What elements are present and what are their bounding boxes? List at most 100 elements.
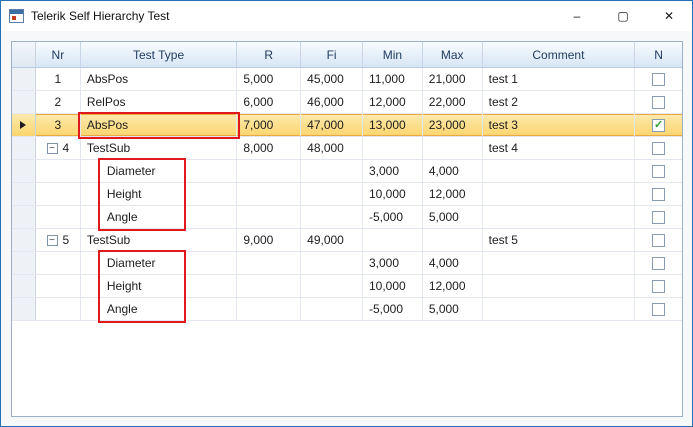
table-row-child[interactable]: Height 10,000 12,000 ✓ — [12, 183, 682, 206]
cell-nr: −4 — [36, 137, 81, 159]
cell-nr: 3 — [36, 114, 81, 136]
table-row-child[interactable]: Height 10,000 12,000 ✓ — [12, 275, 682, 298]
table-row-selected[interactable]: 3 AbsPos 7,000 47,000 13,000 23,000 test… — [12, 114, 682, 137]
checkbox[interactable]: ✓ — [652, 73, 665, 86]
collapse-icon[interactable]: − — [47, 235, 58, 246]
cell-test-type: AbsPos — [81, 114, 238, 136]
cell-r — [237, 183, 301, 205]
checkbox[interactable]: ✓ — [652, 280, 665, 293]
cell-checkbox: ✓ — [635, 114, 682, 136]
cell-nr — [36, 298, 81, 320]
cell-comment — [483, 160, 635, 182]
header-r[interactable]: R — [237, 42, 301, 67]
maximize-button[interactable]: ▢ — [600, 1, 646, 31]
cell-test-type: Diameter — [81, 160, 238, 182]
cell-min — [363, 137, 423, 159]
cell-min: 10,000 — [363, 183, 423, 205]
cell-r: 6,000 — [237, 91, 301, 113]
cell-comment: test 3 — [483, 114, 636, 136]
cell-max: 5,000 — [423, 298, 483, 320]
header-min[interactable]: Min — [363, 42, 423, 67]
cell-nr — [36, 160, 81, 182]
cell-max: 21,000 — [423, 68, 483, 90]
cell-checkbox: ✓ — [635, 229, 682, 251]
cell-r: 5,000 — [237, 68, 301, 90]
cell-comment: test 5 — [483, 229, 636, 251]
header-fi[interactable]: Fi — [301, 42, 363, 67]
cell-test-type: Angle — [81, 206, 238, 228]
cell-comment — [483, 206, 635, 228]
cell-max: 5,000 — [423, 206, 483, 228]
row-indicator — [12, 160, 36, 182]
cell-max: 23,000 — [423, 114, 483, 136]
collapse-icon[interactable]: − — [47, 143, 58, 154]
row-indicator — [12, 183, 36, 205]
table-row-group[interactable]: −4 TestSub 8,000 48,000 test 4 ✓ — [12, 137, 682, 160]
close-button[interactable]: ✕ — [646, 1, 692, 31]
cell-test-type: Angle — [81, 298, 238, 320]
header-comment[interactable]: Comment — [483, 42, 636, 67]
cell-comment: test 4 — [483, 137, 636, 159]
cell-fi — [301, 252, 363, 274]
checkbox[interactable]: ✓ — [652, 96, 665, 109]
cell-fi — [301, 206, 363, 228]
nr-value: 5 — [63, 233, 70, 247]
cell-fi — [301, 160, 363, 182]
cell-min: 12,000 — [363, 91, 423, 113]
current-row-arrow-icon — [20, 121, 26, 129]
cell-min: 11,000 — [363, 68, 423, 90]
row-indicator — [12, 137, 36, 159]
cell-test-type: Diameter — [81, 252, 238, 274]
header-test-type[interactable]: Test Type — [81, 42, 238, 67]
checkbox[interactable]: ✓ — [652, 257, 665, 270]
checkbox[interactable]: ✓ — [652, 119, 665, 132]
cell-r: 8,000 — [237, 137, 301, 159]
cell-nr — [36, 275, 81, 297]
cell-fi: 47,000 — [301, 114, 363, 136]
title-bar: Telerik Self Hierarchy Test – ▢ ✕ — [1, 1, 692, 31]
table-row-child[interactable]: Angle -5,000 5,000 ✓ — [12, 206, 682, 229]
table-row[interactable]: 1 AbsPos 5,000 45,000 11,000 21,000 test… — [12, 68, 682, 91]
table-row-child[interactable]: Diameter 3,000 4,000 ✓ — [12, 160, 682, 183]
cell-checkbox: ✓ — [635, 206, 682, 228]
cell-r — [237, 298, 301, 320]
cell-max — [423, 229, 483, 251]
cell-checkbox: ✓ — [635, 68, 682, 90]
header-max[interactable]: Max — [423, 42, 483, 67]
cell-checkbox: ✓ — [635, 252, 682, 274]
cell-min — [363, 229, 423, 251]
table-row-child[interactable]: Angle -5,000 5,000 ✓ — [12, 298, 682, 321]
cell-r — [237, 275, 301, 297]
check-icon: ✓ — [654, 120, 663, 131]
cell-checkbox: ✓ — [635, 183, 682, 205]
header-n[interactable]: N — [635, 42, 682, 67]
cell-min: -5,000 — [363, 206, 423, 228]
cell-test-type: TestSub — [81, 137, 238, 159]
header-nr[interactable]: Nr — [36, 42, 81, 67]
cell-comment — [483, 252, 635, 274]
window-title: Telerik Self Hierarchy Test — [31, 9, 170, 23]
checkbox[interactable]: ✓ — [652, 188, 665, 201]
cell-test-type: Height — [81, 183, 238, 205]
cell-r — [237, 252, 301, 274]
checkbox[interactable]: ✓ — [652, 303, 665, 316]
cell-fi: 48,000 — [301, 137, 363, 159]
cell-min: 13,000 — [363, 114, 423, 136]
checkbox[interactable]: ✓ — [652, 165, 665, 178]
checkbox[interactable]: ✓ — [652, 142, 665, 155]
table-row-child[interactable]: Diameter 3,000 4,000 ✓ — [12, 252, 682, 275]
cell-max: 12,000 — [423, 275, 483, 297]
checkbox[interactable]: ✓ — [652, 211, 665, 224]
row-indicator — [12, 252, 36, 274]
cell-checkbox: ✓ — [635, 137, 682, 159]
table-row[interactable]: 2 RelPos 6,000 46,000 12,000 22,000 test… — [12, 91, 682, 114]
window-controls: – ▢ ✕ — [554, 1, 692, 31]
app-icon — [9, 9, 24, 23]
cell-comment: test 2 — [483, 91, 636, 113]
checkbox[interactable]: ✓ — [652, 234, 665, 247]
minimize-button[interactable]: – — [554, 1, 600, 31]
cell-r: 9,000 — [237, 229, 301, 251]
cell-checkbox: ✓ — [635, 160, 682, 182]
table-row-group[interactable]: −5 TestSub 9,000 49,000 test 5 ✓ — [12, 229, 682, 252]
cell-min: 10,000 — [363, 275, 423, 297]
